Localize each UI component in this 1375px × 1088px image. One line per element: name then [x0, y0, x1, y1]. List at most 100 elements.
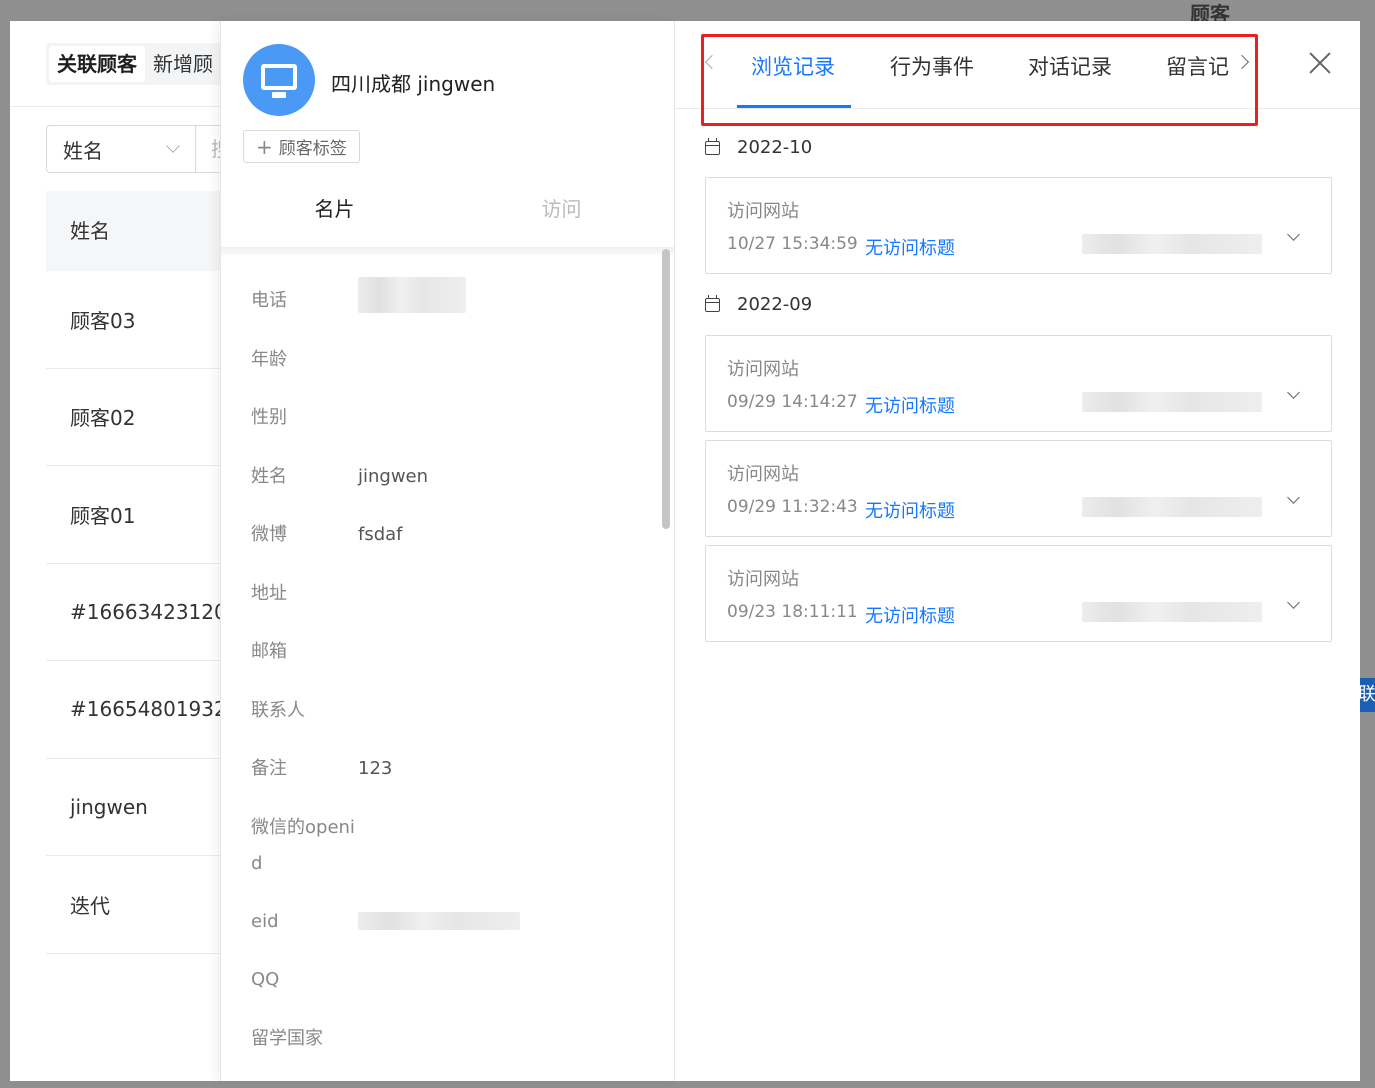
field-contact: 联系人: [251, 681, 651, 740]
add-customer-tag-button[interactable]: + 顾客标签: [243, 130, 360, 163]
field-email: 邮箱: [251, 622, 651, 681]
field-eid: eid: [251, 892, 651, 951]
record-link[interactable]: 无访问标题: [865, 234, 955, 260]
tab-behavior-events[interactable]: 行为事件: [890, 51, 974, 81]
redacted-url: [1082, 392, 1262, 412]
field-value: jingwen: [358, 465, 429, 487]
close-icon[interactable]: [1307, 51, 1333, 77]
field-name: 姓名 jingwen: [251, 447, 651, 506]
redacted-value: [358, 277, 466, 313]
tag-button-label: 顾客标签: [278, 139, 347, 159]
table-row[interactable]: 顾客02: [46, 369, 226, 466]
record-card[interactable]: 访问网站 09/29 14:14:27 无访问标题: [705, 335, 1332, 432]
tab-browse-records[interactable]: 浏览记录: [751, 51, 835, 81]
record-link[interactable]: 无访问标题: [865, 392, 955, 418]
table-row[interactable]: #166634231200: [46, 564, 226, 661]
customer-name: 四川成都 jingwen: [331, 72, 496, 96]
divider: [221, 247, 674, 255]
field-weibo: 微博 fsdaf: [251, 505, 651, 564]
record-title: 访问网站: [727, 569, 799, 590]
record-time: 09/29 11:32:43: [727, 497, 858, 517]
monitor-stand: [272, 92, 286, 98]
tab-associate-customer[interactable]: 关联顾客: [49, 46, 145, 82]
field-gender: 性别: [251, 388, 651, 447]
filter-field-select[interactable]: 姓名: [46, 125, 196, 173]
field-value: [358, 892, 520, 951]
record-time: 09/29 14:14:27: [727, 392, 858, 412]
field-age: 年龄: [251, 330, 651, 389]
field-label: 微信的openid: [251, 816, 355, 874]
field-label: 联系人: [251, 699, 305, 721]
chevron-right-icon[interactable]: [1234, 54, 1250, 70]
card-sub-tabs: 名片 访问: [221, 181, 674, 246]
customer-list: 顾客03 顾客02 顾客01 #166634231200 #1665480193…: [46, 271, 226, 954]
chevron-down-icon[interactable]: [1287, 596, 1300, 609]
table-header-name: 姓名: [46, 191, 226, 271]
record-title: 访问网站: [727, 359, 799, 380]
field-label: 邮箱: [251, 641, 287, 662]
month-label: 2022-10: [737, 137, 813, 158]
table-row[interactable]: 顾客01: [46, 466, 226, 564]
field-label: 微博: [251, 524, 287, 545]
plus-icon: +: [256, 134, 273, 159]
tab-chat-records[interactable]: 对话记录: [1028, 51, 1112, 81]
chevron-left-icon[interactable]: [704, 54, 720, 70]
avatar: [243, 44, 315, 116]
table-row[interactable]: 顾客03: [46, 271, 226, 369]
calendar-icon: [705, 137, 720, 155]
month-label: 2022-09: [737, 294, 813, 315]
field-label: 地址: [251, 582, 287, 604]
redacted-url: [1082, 602, 1262, 622]
field-label: 电话: [251, 290, 287, 311]
tab-visit[interactable]: 访问: [448, 181, 674, 246]
redacted-url: [1082, 497, 1262, 517]
month-header: 2022-10: [705, 137, 812, 158]
field-value: 123: [358, 758, 393, 779]
redacted-url: [1082, 234, 1262, 254]
tab-business-card[interactable]: 名片: [221, 181, 448, 246]
chevron-down-icon[interactable]: [1287, 228, 1300, 241]
chevron-down-icon[interactable]: [1287, 386, 1300, 399]
field-label: 姓名: [251, 465, 287, 487]
field-label: eid: [251, 910, 279, 932]
filter-select-value: 姓名: [63, 138, 103, 163]
month-header: 2022-09: [705, 294, 812, 315]
record-title: 访问网站: [727, 201, 799, 222]
field-study-country: 留学国家: [251, 1009, 651, 1068]
chevron-down-icon: [166, 139, 180, 153]
field-label: 留学国家: [251, 1027, 323, 1049]
record-card[interactable]: 访问网站 10/27 15:34:59 无访问标题: [705, 177, 1332, 274]
background-badge[interactable]: 联: [1358, 678, 1375, 712]
field-value: fsdaf: [358, 524, 403, 545]
table-row[interactable]: jingwen: [46, 759, 226, 856]
field-label: 年龄: [251, 348, 287, 370]
field-label: 性别: [251, 407, 287, 428]
monitor-icon: [261, 64, 297, 90]
table-row[interactable]: 迭代: [46, 856, 226, 954]
field-qq: QQ: [251, 950, 651, 1009]
active-tab-indicator: [737, 105, 851, 108]
field-value: [358, 271, 466, 330]
customer-card-panel: 四川成都 jingwen + 顾客标签 名片 访问 电话 年龄 性别 姓名 ji…: [220, 21, 674, 1081]
record-link[interactable]: 无访问标题: [865, 602, 955, 628]
record-title: 访问网站: [727, 464, 799, 485]
divider: [10, 106, 226, 107]
record-card[interactable]: 访问网站 09/29 11:32:43 无访问标题: [705, 440, 1332, 537]
scrollbar[interactable]: [662, 249, 670, 529]
calendar-icon: [705, 294, 720, 312]
record-card[interactable]: 访问网站 09/23 18:11:11 无访问标题: [705, 545, 1332, 642]
field-phone: 电话: [251, 271, 651, 330]
records-tab-bar: 浏览记录 行为事件 对话记录 留言记: [675, 21, 1360, 109]
associate-customer-panel: 关联顾客 新增顾 姓名 搜 姓名 顾客03 顾客02 顾客01 #1666342…: [10, 21, 226, 1081]
records-panel: 浏览记录 行为事件 对话记录 留言记 2022-10 访问网站 10/27 15…: [674, 21, 1360, 1081]
field-wechat-openid: 微信的openid: [251, 798, 651, 892]
record-time: 10/27 15:34:59: [727, 234, 858, 254]
record-time: 09/23 18:11:11: [727, 602, 858, 622]
tab-new-customer[interactable]: 新增顾: [145, 46, 221, 82]
field-remark: 备注 123: [251, 739, 651, 798]
customer-fields: 电话 年龄 性别 姓名 jingwen 微博 fsdaf 地址 邮箱 联系人 备…: [251, 271, 651, 1067]
chevron-down-icon[interactable]: [1287, 491, 1300, 504]
tab-message-records[interactable]: 留言记: [1166, 51, 1229, 81]
table-row[interactable]: #166548019320: [46, 661, 226, 759]
record-link[interactable]: 无访问标题: [865, 497, 955, 523]
